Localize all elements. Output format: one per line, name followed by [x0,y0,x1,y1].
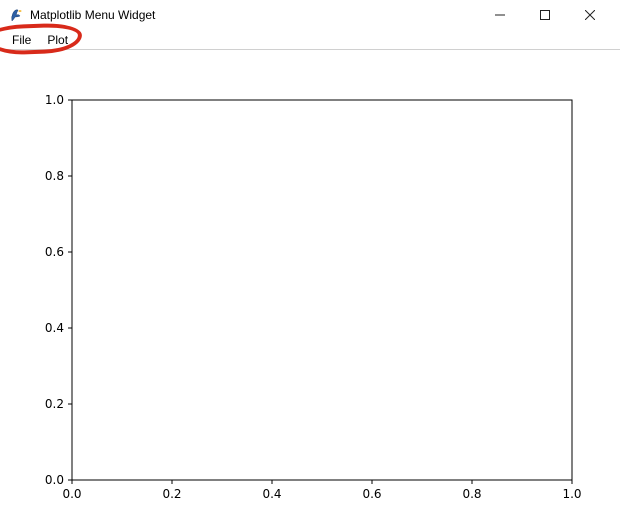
close-button[interactable] [567,0,612,30]
axes: 0.0 0.2 0.4 0.6 0.8 1.0 0.0 0.2 0.4 0.6 0.8 1.0 [45,93,582,501]
xtick-label: 0.6 [362,487,381,501]
ytick-label: 0.6 [45,245,64,259]
xtick-label: 0.8 [462,487,481,501]
matplotlib-figure: 0.0 0.2 0.4 0.6 0.8 1.0 0.0 0.2 0.4 0.6 0.8 1.0 [0,50,620,519]
window-title: Matplotlib Menu Widget [30,8,477,22]
ytick-label: 0.4 [45,321,64,335]
axes-frame [72,100,572,480]
maximize-button[interactable] [522,0,567,30]
xtick-label: 1.0 [562,487,581,501]
menu-plot[interactable]: Plot [39,31,76,49]
ytick-label: 0.8 [45,169,64,183]
ytick-labels: 0.0 0.2 0.4 0.6 0.8 1.0 [45,93,72,487]
ytick-label: 0.0 [45,473,64,487]
xtick-label: 0.4 [262,487,281,501]
ytick-label: 1.0 [45,93,64,107]
plot-canvas: 0.0 0.2 0.4 0.6 0.8 1.0 0.0 0.2 0.4 0.6 0.8 1.0 [0,50,620,519]
xtick-labels: 0.0 0.2 0.4 0.6 0.8 1.0 [62,480,581,501]
menu-file[interactable]: File [4,31,39,49]
minimize-button[interactable] [477,0,522,30]
window-controls [477,0,612,30]
xtick-label: 0.2 [162,487,181,501]
xtick-label: 0.0 [62,487,81,501]
menubar: File Plot [0,30,620,50]
window-titlebar: Matplotlib Menu Widget [0,0,620,30]
ytick-label: 0.2 [45,397,64,411]
app-icon [8,7,24,23]
